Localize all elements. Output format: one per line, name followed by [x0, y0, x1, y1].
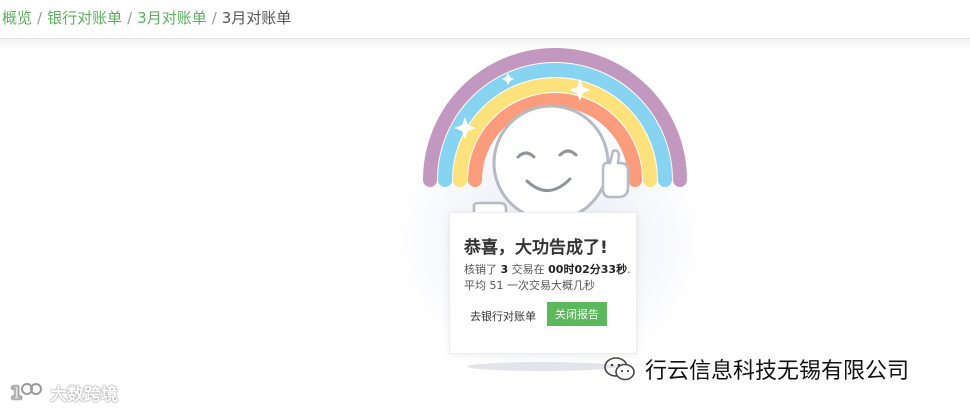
summary-prefix: 核销了	[464, 263, 497, 276]
watermark-left: 1 大数跨境	[10, 378, 118, 406]
breadcrumb-bank-statements[interactable]: 银行对账单	[47, 9, 122, 27]
card-shadow	[467, 362, 617, 371]
go-to-bank-statements-button[interactable]: 去银行对账单	[470, 308, 536, 324]
breadcrumb: 概览 / 银行对账单/3月对账单/3月对账单	[2, 7, 291, 28]
breadcrumb-overview[interactable]: 概览	[2, 9, 32, 27]
summary-middle: 交易在	[511, 263, 545, 276]
summary-suffix: .	[627, 263, 631, 276]
wechat-icon	[604, 357, 635, 381]
breadcrumb-current: 3月对账单	[221, 9, 292, 27]
dashuju-logo-icon: 1	[10, 383, 42, 404]
close-report-button[interactable]: 关闭报告	[547, 302, 607, 326]
breadcrumb-separator: /	[37, 9, 43, 27]
elapsed-time: 00时02分33秒	[548, 263, 628, 276]
top-bar: 概览 / 银行对账单/3月对账单/3月对账单	[0, 0, 970, 39]
breadcrumb-separator: /	[127, 9, 133, 27]
watermark-right: 行云信息科技无锡有限公司	[603, 352, 909, 386]
average-line: 平均 51 一次交易大概几秒	[464, 279, 595, 292]
breadcrumb-separator: /	[211, 9, 217, 27]
success-card: 恭喜，大功告成了! 核销了 3 交易在 00时02分33秒. 平均 51 一次交…	[449, 212, 637, 354]
transaction-count: 3	[500, 263, 509, 276]
watermark-right-text: 行云信息科技无锡有限公司	[645, 359, 910, 384]
breadcrumb-march-statement[interactable]: 3月对账单	[137, 9, 207, 27]
watermark-left-text: 大数跨境	[50, 384, 118, 405]
summary-line: 核销了 3 交易在 00时02分33秒.	[464, 261, 631, 277]
svg-text:1: 1	[10, 383, 23, 404]
smiling-face-rainbow-icon	[423, 48, 687, 227]
success-title: 恭喜，大功告成了!	[464, 238, 608, 258]
